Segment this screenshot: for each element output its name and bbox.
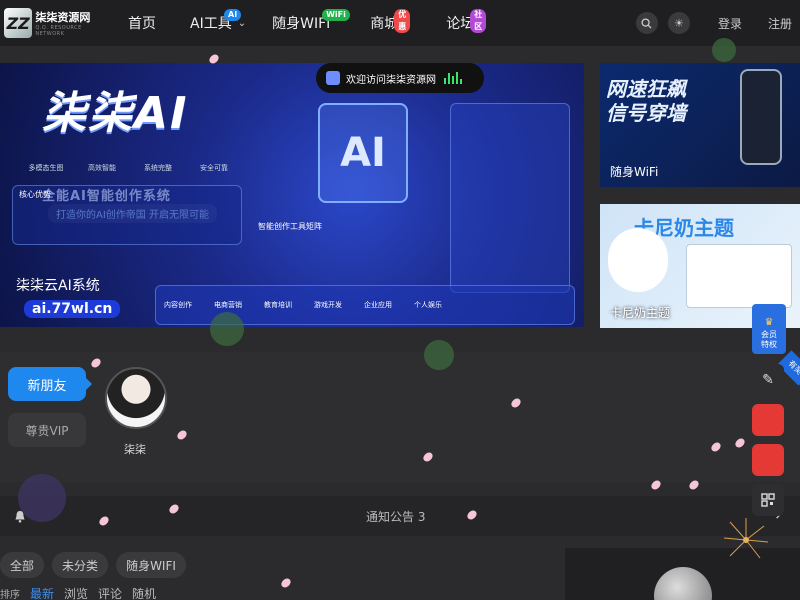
logo-mark-icon: ZZ bbox=[4, 8, 33, 38]
green-blob-decoration bbox=[424, 340, 454, 370]
logo-tagline: Q.Q. RESOURCE NETWORK bbox=[35, 25, 82, 37]
phone-image bbox=[740, 69, 782, 165]
wifi-badge: WiFi bbox=[322, 9, 350, 21]
avatar[interactable] bbox=[105, 367, 167, 429]
banner-caption: 柒柒云AI系统 bbox=[16, 278, 100, 294]
purple-blob-decoration bbox=[18, 474, 66, 522]
wifi-banner-caption: 随身WiFi bbox=[610, 165, 659, 179]
sort-latest[interactable]: 最新 bbox=[30, 585, 54, 600]
cat-mascot-image bbox=[608, 228, 668, 292]
theme-screen-image bbox=[686, 244, 792, 308]
user-name[interactable]: 柒柒 bbox=[124, 441, 146, 457]
main-nav: 首页 AI工具 AI ⌄ 随身WIFI WiFi 商城 优惠 论坛 社区 bbox=[118, 0, 487, 46]
nav-home[interactable]: 首页 bbox=[118, 0, 166, 46]
sort-row: 排序 最新 浏览 评论 随机 bbox=[0, 586, 166, 600]
nav-wifi[interactable]: 随身WIFI WiFi bbox=[262, 0, 350, 46]
music-icon bbox=[326, 71, 340, 85]
logo-name: 柒柒资源网 bbox=[35, 11, 91, 24]
audio-wave-icon bbox=[444, 72, 464, 84]
sort-random[interactable]: 随机 bbox=[132, 585, 156, 600]
red-action-button[interactable] bbox=[752, 404, 784, 436]
nav-ai-tools[interactable]: AI工具 AI ⌄ bbox=[180, 0, 256, 46]
sort-views[interactable]: 浏览 bbox=[64, 585, 88, 600]
nav-shop[interactable]: 商城 优惠 bbox=[360, 0, 411, 46]
banner-title: 柒柒AI bbox=[42, 88, 189, 139]
category-uncategorized[interactable]: 未分类 bbox=[52, 552, 108, 578]
banner-side-panel bbox=[450, 103, 570, 293]
notice-text[interactable]: 通知公告 3 bbox=[366, 508, 425, 525]
red-action-button-2[interactable] bbox=[752, 444, 784, 476]
community-badge: 社区 bbox=[470, 9, 487, 33]
sort-label: 排序 bbox=[0, 589, 20, 600]
advantages-panel: 核心优势 bbox=[12, 185, 242, 245]
search-icon[interactable] bbox=[635, 12, 658, 34]
crown-icon: ♛ bbox=[764, 317, 774, 328]
theme-banner-caption: 卡尼奶主题 bbox=[610, 306, 671, 320]
member-privilege-badge[interactable]: ♛ 会员 特权 bbox=[752, 304, 786, 354]
side-banner-wifi[interactable]: 网速狂飙 信号穿墙 随身WiFi bbox=[600, 63, 800, 187]
welcome-toast: 欢迎访问柒柒资源网 bbox=[316, 63, 484, 93]
edit-icon[interactable]: ✎ bbox=[752, 364, 784, 396]
petal-decoration bbox=[280, 576, 292, 590]
new-friend-button[interactable]: 新朋友 bbox=[8, 367, 92, 401]
ai-cube: AI bbox=[318, 103, 408, 203]
register-link[interactable]: 注册 bbox=[768, 15, 792, 32]
wifi-banner-title: 网速狂飙 信号穿墙 bbox=[606, 77, 686, 125]
nav-forum[interactable]: 论坛 社区 bbox=[436, 0, 487, 46]
main-banner[interactable]: 柒柒AI 全能AI智能创作系统 打造你的AI创作帝国 开启无限可能 多模态生图 … bbox=[0, 63, 584, 327]
dandelion-decoration bbox=[723, 518, 769, 559]
green-blob-decoration bbox=[210, 312, 244, 346]
banner-url: ai.77wl.cn bbox=[24, 300, 121, 318]
green-blob-decoration bbox=[712, 38, 736, 62]
top-header: ZZ 柒柒资源网 Q.Q. RESOURCE NETWORK 首页 AI工具 A… bbox=[0, 0, 800, 46]
tools-title: 智能创作工具矩阵 bbox=[258, 222, 322, 231]
category-wifi[interactable]: 随身WIFI bbox=[116, 552, 186, 578]
banner-features: 多模态生图 高效智能 系统完整 安全可靠 bbox=[28, 164, 229, 172]
ai-badge: AI bbox=[224, 9, 242, 21]
sort-comments[interactable]: 评论 bbox=[98, 585, 122, 600]
vip-button[interactable]: 尊贵VIP bbox=[8, 413, 86, 447]
site-logo[interactable]: ZZ 柒柒资源网 Q.Q. RESOURCE NETWORK bbox=[4, 6, 100, 40]
discount-badge: 优惠 bbox=[394, 9, 411, 33]
category-all[interactable]: 全部 bbox=[0, 552, 44, 578]
theme-toggle-icon[interactable]: ☀ bbox=[667, 12, 690, 34]
login-link[interactable]: 登录 bbox=[718, 15, 742, 32]
